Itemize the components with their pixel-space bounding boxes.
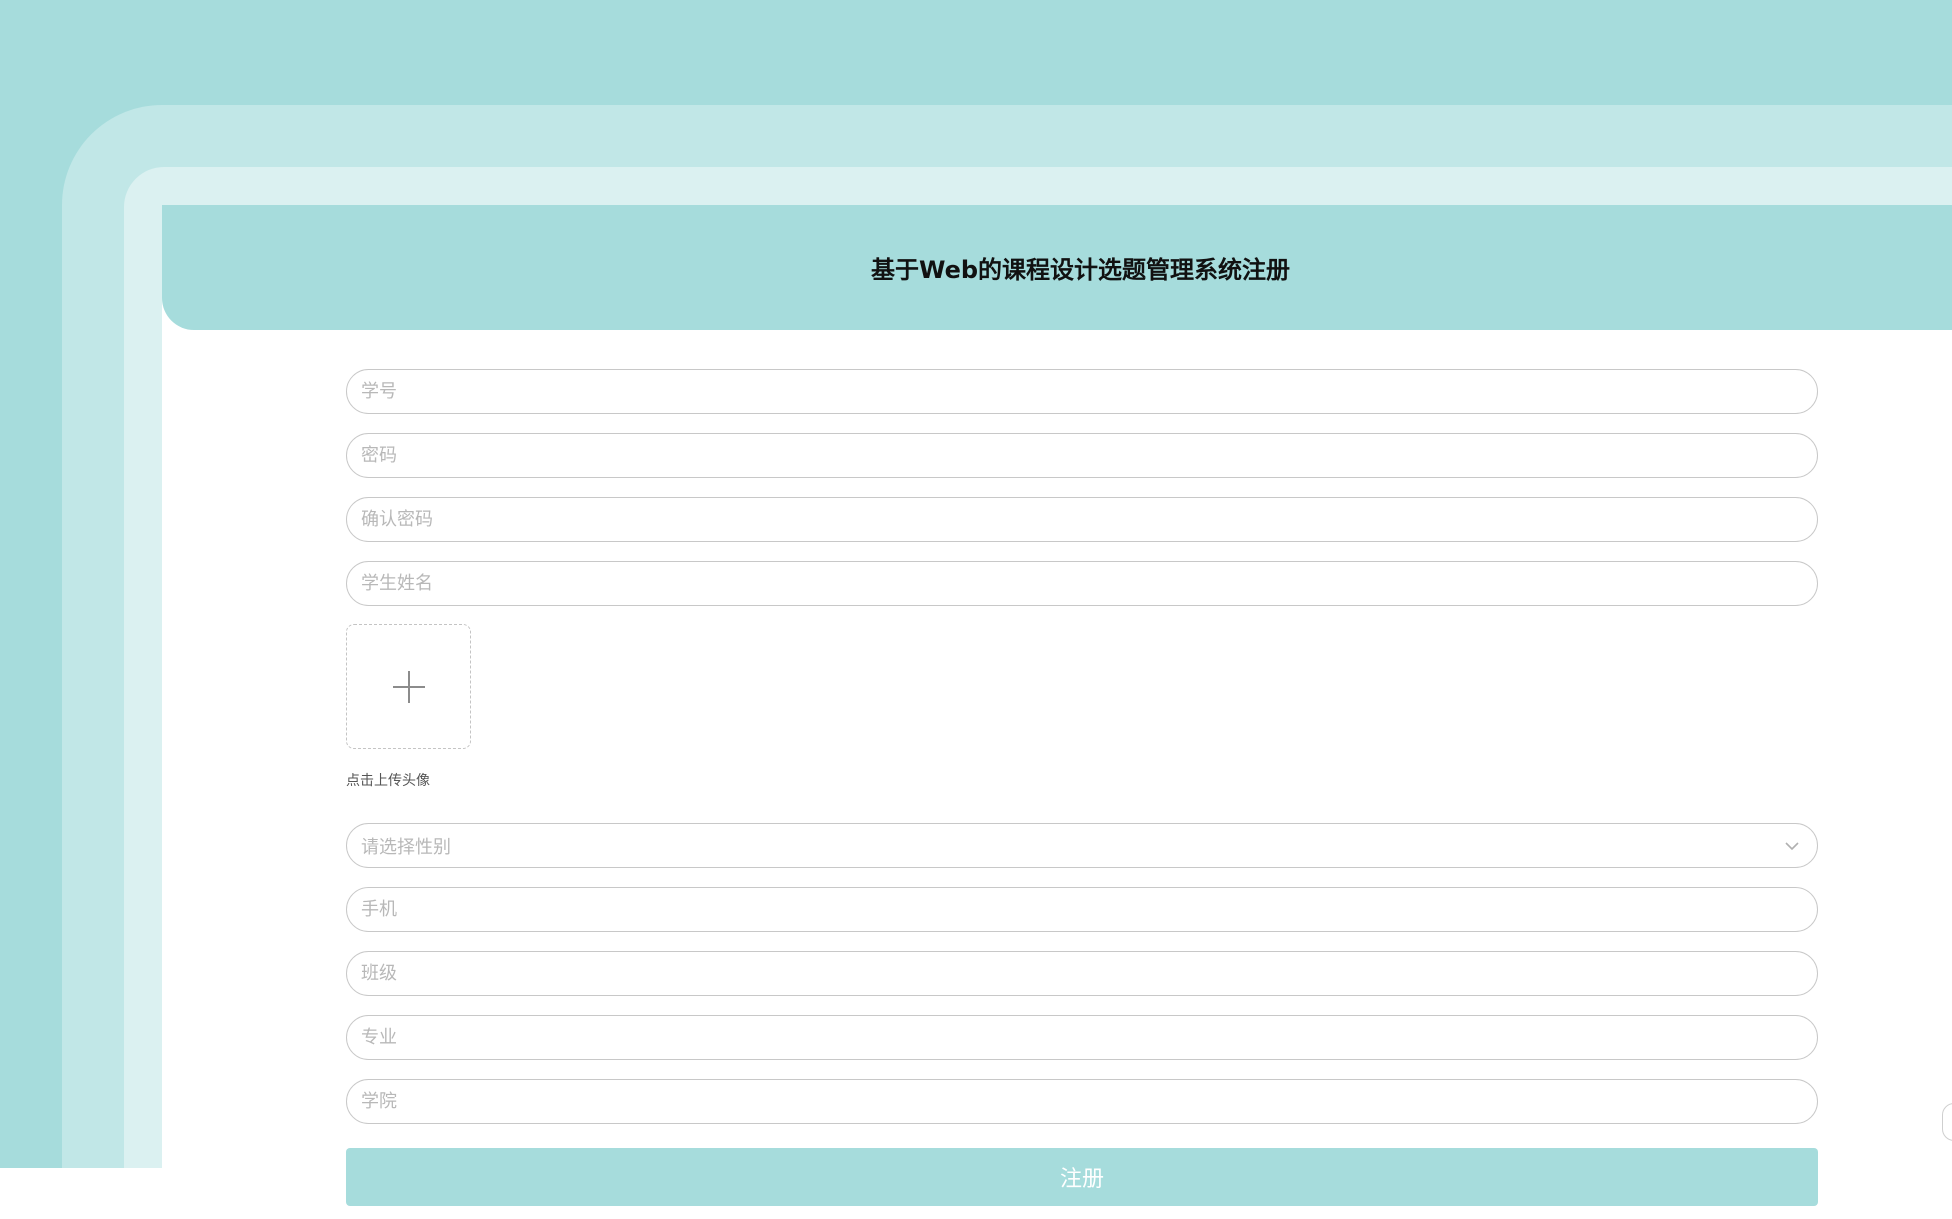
password-input[interactable] (346, 433, 1818, 478)
gender-select-placeholder: 请选择性别 (361, 836, 451, 858)
student-name-input[interactable] (346, 561, 1818, 606)
phone-input[interactable] (346, 887, 1818, 932)
avatar-upload-label: 点击上传头像 (346, 773, 430, 789)
side-handle[interactable] (1942, 1103, 1952, 1141)
plus-icon (392, 670, 425, 703)
avatar-upload-button[interactable] (346, 624, 471, 749)
class-input[interactable] (346, 951, 1818, 996)
page-title: 基于Web的课程设计选题管理系统注册 (870, 256, 1291, 284)
register-button[interactable]: 注册 (346, 1148, 1818, 1206)
chevron-down-icon (1785, 842, 1799, 851)
register-card: 基于Web的课程设计选题管理系统注册 点击上传头像 请选择性别 注册 (162, 205, 1952, 1219)
gender-select[interactable]: 请选择性别 (346, 823, 1818, 868)
confirm-password-input[interactable] (346, 497, 1818, 542)
student-id-input[interactable] (346, 369, 1818, 414)
college-input[interactable] (346, 1079, 1818, 1124)
major-input[interactable] (346, 1015, 1818, 1060)
card-header: 基于Web的课程设计选题管理系统注册 (162, 205, 1952, 330)
